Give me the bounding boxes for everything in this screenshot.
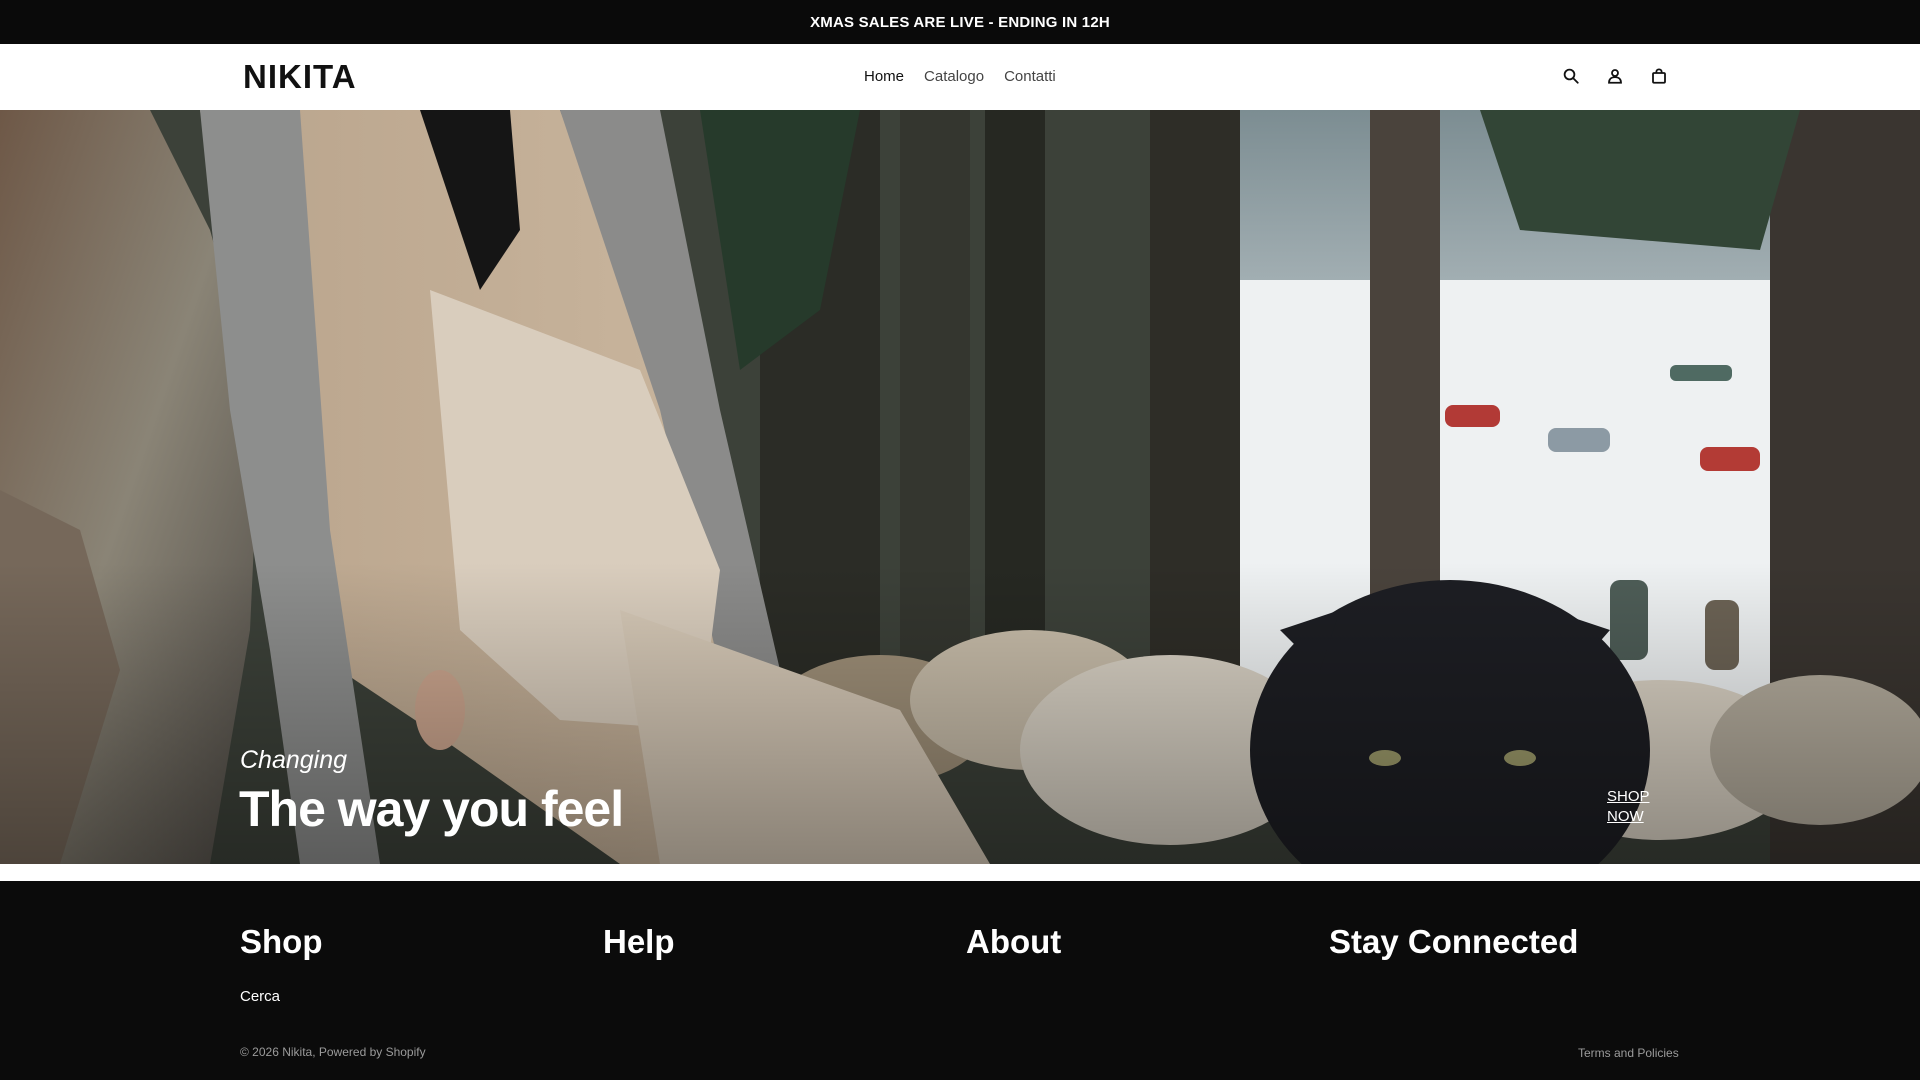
announcement-text: XMAS SALES ARE LIVE - ENDING IN 12H: [810, 13, 1110, 31]
cart-bag-icon[interactable]: [1648, 64, 1670, 88]
site-footer: Shop Help About Stay Connected Cerca © 2…: [0, 881, 1920, 1080]
section-spacer: [0, 864, 1920, 881]
nav-item-catalogo[interactable]: Catalogo: [924, 68, 984, 85]
nav-item-contatti[interactable]: Contatti: [1004, 68, 1056, 85]
footer-heading-help: Help: [603, 923, 675, 960]
footer-heading-about: About: [966, 923, 1062, 960]
footer-heading-shop: Shop: [240, 923, 323, 960]
footer-heading-stay-connected: Stay Connected: [1329, 923, 1579, 960]
hero-title: The way you feel: [239, 781, 624, 837]
footer-terms-link[interactable]: Terms and Policies: [1578, 1046, 1679, 1060]
search-icon[interactable]: [1560, 64, 1582, 88]
hero-subtitle: Changing: [240, 746, 348, 774]
account-icon[interactable]: [1604, 64, 1626, 88]
shop-now-link[interactable]: SHOP NOW: [1607, 787, 1657, 827]
nav-item-home[interactable]: Home: [864, 68, 904, 85]
footer-copyright: © 2026 Nikita, Powered by Shopify: [240, 1045, 426, 1059]
announcement-bar: XMAS SALES ARE LIVE - ENDING IN 12H: [0, 0, 1920, 44]
header-actions: [1560, 64, 1670, 88]
footer-link-cerca[interactable]: Cerca: [240, 988, 280, 1005]
hero-banner: Changing The way you feel SHOP NOW: [0, 110, 1920, 864]
brand-logo[interactable]: NIKITA: [243, 60, 357, 93]
main-nav: Home Catalogo Contatti: [864, 68, 1056, 85]
site-header: NIKITA Home Catalogo Contatti: [0, 44, 1920, 110]
